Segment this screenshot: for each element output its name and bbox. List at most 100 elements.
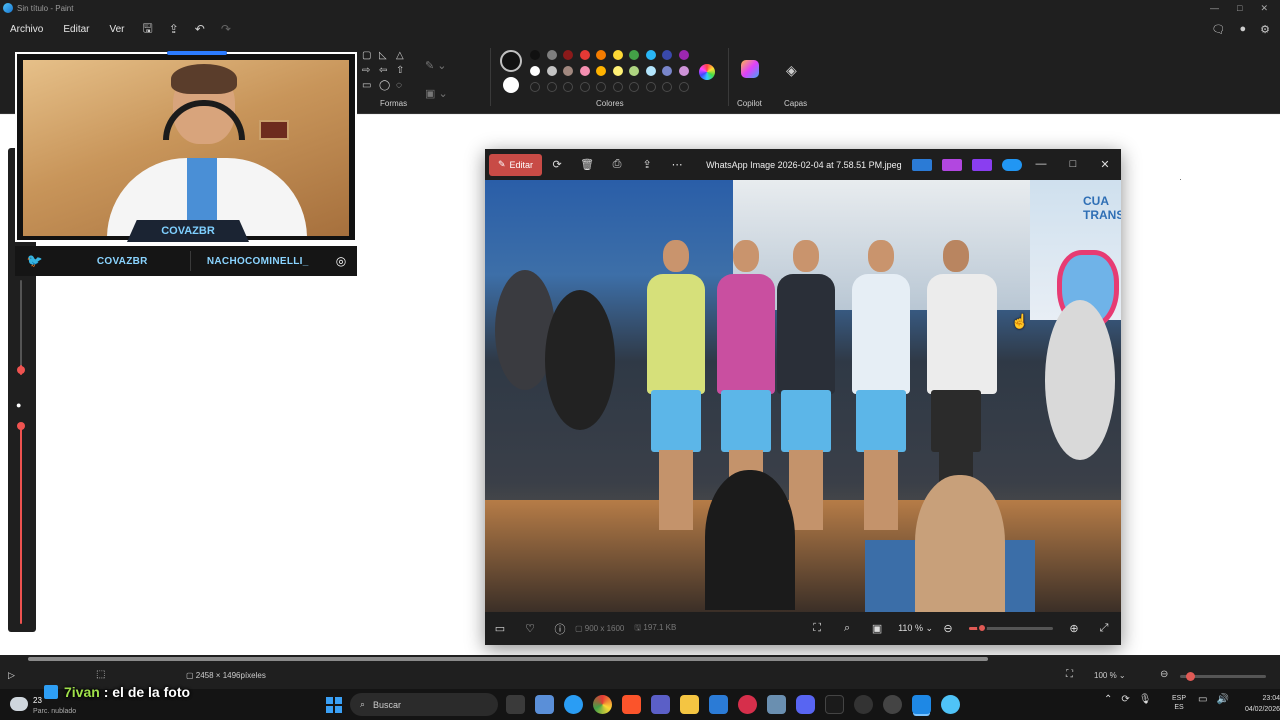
callout-cloud-shape-icon[interactable]: ◌ xyxy=(396,80,410,92)
custom-color-slot[interactable] xyxy=(530,82,540,92)
print-icon[interactable]: ⎙ xyxy=(602,158,632,171)
taskbar-clock[interactable]: 23:04 04/02/2026 xyxy=(1236,693,1280,715)
custom-color-slot[interactable] xyxy=(579,82,590,92)
shapes-gallery[interactable]: ▢ ◺ △ ⇨ ⇦ ⇧ ▭ ◯ ◌ xyxy=(362,50,412,92)
task-view-icon[interactable] xyxy=(506,695,525,714)
network-icon[interactable]: ▭ xyxy=(1198,694,1207,705)
color-swatch[interactable] xyxy=(645,66,656,76)
color-swatch[interactable] xyxy=(530,66,540,76)
color-swatch[interactable] xyxy=(678,66,689,76)
share-icon[interactable]: ⇪ xyxy=(632,158,662,171)
menu-archivo[interactable]: Archivo xyxy=(0,24,53,35)
menu-ver[interactable]: Ver xyxy=(99,24,134,35)
size-slider-track[interactable] xyxy=(20,280,22,370)
brave-icon[interactable] xyxy=(622,695,641,714)
rectangle-shape-icon[interactable]: ▢ xyxy=(362,50,376,62)
edge-icon[interactable] xyxy=(564,695,583,714)
triangle-shape-icon[interactable]: ◺ xyxy=(379,50,393,62)
share-icon[interactable]: ⇪ xyxy=(161,22,187,36)
color-1-selected[interactable] xyxy=(500,50,522,72)
zoom-dropdown[interactable]: 110 % ⌄ xyxy=(898,623,933,634)
color-swatch[interactable] xyxy=(662,66,672,76)
viewer-close-icon[interactable]: ✕ xyxy=(1089,158,1121,171)
zoom-slider-knob[interactable] xyxy=(976,623,987,633)
edit-button[interactable]: ✎ Editar xyxy=(489,153,543,176)
maximize-icon[interactable]: □ xyxy=(1237,3,1242,14)
paint-app-icon[interactable] xyxy=(941,695,960,714)
callout-rect-shape-icon[interactable]: ▭ xyxy=(362,80,376,92)
obs-icon[interactable] xyxy=(883,695,902,714)
minimize-icon[interactable]: — xyxy=(1210,3,1219,14)
mic-icon[interactable]: 🎙 xyxy=(1139,694,1152,705)
photos-app-icon[interactable] xyxy=(912,695,931,714)
arrow-right-shape-icon[interactable]: ⇨ xyxy=(362,65,376,77)
settings-app-icon[interactable] xyxy=(767,695,786,714)
visual-search-icon[interactable]: ⌕ xyxy=(832,622,862,635)
fit-to-window-icon[interactable]: ⛶ xyxy=(1066,669,1073,680)
color-2-selected[interactable] xyxy=(503,77,519,93)
app-icon-3[interactable] xyxy=(971,158,992,171)
more-icon[interactable]: ⋯ xyxy=(662,158,692,171)
delete-icon[interactable]: 🗑 xyxy=(572,158,602,171)
layers-icon[interactable]: ◈ xyxy=(786,62,797,79)
opacity-slider-knob[interactable] xyxy=(17,422,25,430)
paint-zoom-knob[interactable] xyxy=(1186,672,1195,681)
account-icon[interactable]: ● xyxy=(1239,23,1246,36)
info-icon[interactable]: ⓘ xyxy=(545,621,575,637)
color-swatch[interactable] xyxy=(546,50,557,60)
color-swatch[interactable] xyxy=(612,50,623,60)
zoom-out-icon[interactable]: ⊖ xyxy=(933,622,963,635)
app-icon[interactable] xyxy=(709,695,728,714)
tray-chevron-icon[interactable]: ⌃ xyxy=(1104,694,1112,705)
arrow-up-shape-icon[interactable]: ⇧ xyxy=(396,65,410,77)
color-swatch[interactable] xyxy=(678,50,689,60)
terminal-icon[interactable] xyxy=(825,695,844,714)
custom-color-slot[interactable] xyxy=(596,82,606,92)
copilot-icon[interactable] xyxy=(741,60,759,78)
color-swatch[interactable] xyxy=(629,66,639,76)
callout-oval-shape-icon[interactable]: ◯ xyxy=(379,80,393,92)
photo-image[interactable]: CUA TRANS ☝ xyxy=(485,180,1121,612)
color-swatch[interactable] xyxy=(563,50,573,60)
volume-icon[interactable]: 🔊 xyxy=(1216,694,1228,705)
zoom-in-icon[interactable]: ⊕ xyxy=(1059,622,1089,635)
discord-icon[interactable] xyxy=(796,695,815,714)
viewer-maximize-icon[interactable]: □ xyxy=(1057,158,1089,171)
fit-window-icon[interactable]: ▣ xyxy=(862,622,892,635)
paint-zoom-slider[interactable] xyxy=(1180,672,1266,681)
color-swatch[interactable] xyxy=(563,66,573,76)
color-swatch[interactable] xyxy=(579,50,590,60)
feedback-icon[interactable]: 🗨 xyxy=(1212,23,1226,36)
zoom-slider[interactable] xyxy=(969,623,1053,633)
paint-zoom-out-icon[interactable]: ⊖ xyxy=(1160,669,1168,680)
close-icon[interactable]: ✕ xyxy=(1260,3,1268,14)
custom-color-slot[interactable] xyxy=(662,82,672,92)
fullscreen-icon[interactable]: ⤢ xyxy=(1089,622,1119,635)
teams-icon[interactable] xyxy=(651,695,670,714)
color-swatch[interactable] xyxy=(596,50,606,60)
triangle-up-shape-icon[interactable]: △ xyxy=(396,50,410,62)
app-icon-2[interactable] xyxy=(941,158,962,171)
color-swatch[interactable] xyxy=(596,66,606,76)
favorite-icon[interactable]: ♡ xyxy=(515,622,545,635)
color-swatch[interactable] xyxy=(662,50,672,60)
viewer-minimize-icon[interactable]: — xyxy=(1025,158,1057,171)
color-swatch[interactable] xyxy=(612,66,623,76)
custom-color-slot[interactable] xyxy=(612,82,623,92)
custom-color-slot[interactable] xyxy=(563,82,573,92)
file-explorer-icon[interactable] xyxy=(680,695,699,714)
redo-icon[interactable]: ↷ xyxy=(213,22,239,36)
crop-view-icon[interactable]: ⛶ xyxy=(802,622,832,635)
color-swatch[interactable] xyxy=(546,66,557,76)
save-icon[interactable]: 🖫 xyxy=(135,19,161,40)
rotate-icon[interactable]: ⟳ xyxy=(542,158,572,171)
opacity-slider-fill[interactable] xyxy=(20,424,22,624)
taskbar-search[interactable]: ⌕ Buscar xyxy=(350,693,498,716)
custom-color-slot[interactable] xyxy=(645,82,656,92)
color-swatch[interactable] xyxy=(629,50,639,60)
app-icon-1[interactable] xyxy=(911,158,932,171)
color-swatch[interactable] xyxy=(645,50,656,60)
windows-start-icon[interactable] xyxy=(326,697,342,713)
canvas-scrollbar[interactable] xyxy=(0,655,1280,663)
size-slider-knob[interactable] xyxy=(17,366,25,374)
